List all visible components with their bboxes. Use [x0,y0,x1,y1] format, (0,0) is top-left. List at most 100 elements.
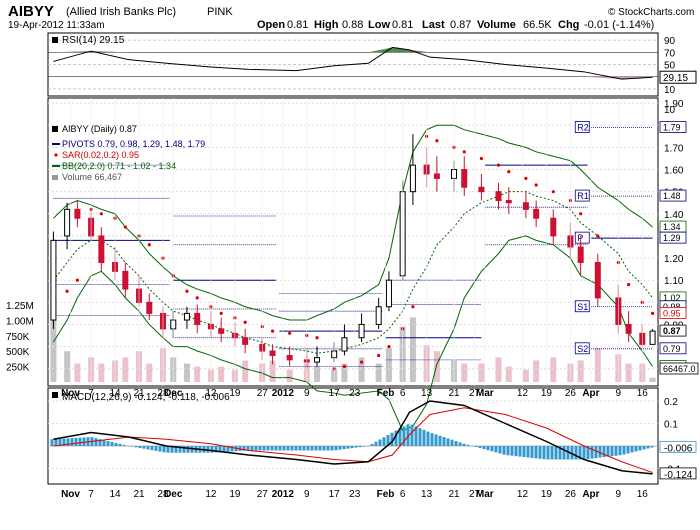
macd-histogram-bar [530,446,534,458]
price-x-label: 23 [349,388,361,399]
macd-histogram-bar [186,446,190,453]
macd-x-label: Apr [582,489,599,500]
volume-value: 66.5K [523,19,552,31]
macd-tick-label: 0.1 [664,420,678,431]
date-time: 19-Apr-2012 11:33am [8,20,105,31]
macd-histogram-bar [138,446,142,449]
candle-body [594,261,601,299]
macd-histogram-bar [454,441,458,446]
macd-histogram-bar [466,444,470,446]
price-x-label: 9 [616,388,622,399]
price-x-label: Feb [377,388,395,399]
macd-x-label: 7 [88,489,94,500]
volume-legend-text: Volume 66,467 [62,172,122,182]
volume-bar [146,363,153,382]
price-tick-label: 1.70 [664,143,684,154]
low-value: 0.81 [392,19,413,31]
macd-histogram-bar [50,439,54,446]
candle-body [98,235,105,263]
sar-dot [387,344,391,349]
last-label: Last [422,19,445,31]
candle-body [286,354,293,361]
macd-histogram-bar [262,446,266,451]
macd-histogram-bar [638,446,642,451]
price-x-label: 13 [421,388,433,399]
price-tick-label: 1.10 [664,276,684,287]
macd-histogram-bar [78,437,82,446]
macd-histogram-bar [358,446,362,448]
volume-bar [385,348,392,382]
macd-histogram-bar [322,446,326,451]
macd-x-label: 13 [421,489,433,500]
high-value: 0.88 [342,19,363,31]
volume-tick-label: 250K [6,363,30,374]
sar-dot [270,329,275,333]
candle-body [375,306,382,325]
macd-histogram-bar [334,446,338,451]
price-x-label: 12 [517,388,529,399]
macd-x-label: 16 [637,489,649,500]
macd-histogram-bar [478,446,482,449]
candle-body [478,186,485,193]
macd-x-label: 21 [448,489,460,500]
macd-histogram-bar [154,446,158,451]
macd-histogram-bar [354,446,358,448]
macd-histogram-bar [258,446,262,451]
macd-x-label: Dec [164,489,183,500]
candle-body [505,200,512,204]
pivot-label: R2 [577,122,589,132]
sar-dot [288,331,292,335]
rsi-tick-label: 90 [664,36,676,47]
sar-dot [377,353,381,358]
price-tag-label: 0.95 [663,308,681,318]
volume-bar [649,377,656,382]
price-tick-label: 10 [664,105,676,116]
high-label: High [314,19,339,31]
macd-histogram-bar [602,446,606,458]
price-legend-text: AIBYY (Daily) 0.87 [62,124,137,134]
pivot-label: S1 [577,302,588,312]
volume-bar [64,351,71,382]
sar-dot [65,289,69,293]
rsi-last-tag-label: 29.15 [663,73,688,84]
macd-x-label: Nov [61,489,80,500]
macd-histogram-bar [326,446,330,451]
price-tag-label: 1.34 [663,222,681,232]
macd-histogram-bar [370,443,374,446]
macd-histogram-bar [290,446,294,451]
volume-bar [409,317,416,382]
sar-legend-swatch [54,153,58,157]
macd-histogram-bar [646,446,650,449]
pivots-legend-text: PIVOTS 0.79, 0.98, 1.29, 1.48, 1.79 [62,139,205,149]
macd-histogram-bar [126,445,130,447]
macd-histogram-bar [94,438,98,446]
macd-histogram-bar [422,429,426,446]
macd-histogram-bar [318,446,322,451]
macd-histogram-bar [562,446,566,460]
sar-dot [315,336,319,340]
macd-histogram-bar [82,437,86,446]
macd-histogram-bar [642,446,646,450]
last-value: 0.87 [450,19,471,31]
macd-x-label: 14 [109,489,121,500]
candle-body [218,328,225,334]
pivot-label: S2 [577,344,588,354]
macd-histogram-bar [146,446,150,450]
volume-bar [550,357,557,382]
macd-histogram-bar [210,446,214,453]
candle-body [146,301,153,314]
candle-body [358,323,365,339]
macd-histogram-bar [534,446,538,459]
sar-dot [359,360,364,364]
volume-bar [286,369,293,382]
volume-bar [242,360,249,382]
macd-histogram-bar [546,446,550,460]
macd-histogram-bar [114,442,118,446]
price-tick-label: 1.20 [664,254,684,265]
symbol: AIBYY [8,3,54,20]
price-x-label: Apr [582,388,599,399]
macd-x-label: Feb [377,489,395,500]
macd-histogram-bar [626,446,630,454]
price-x-label: 17 [329,388,341,399]
macd-histogram-bar [418,428,422,446]
